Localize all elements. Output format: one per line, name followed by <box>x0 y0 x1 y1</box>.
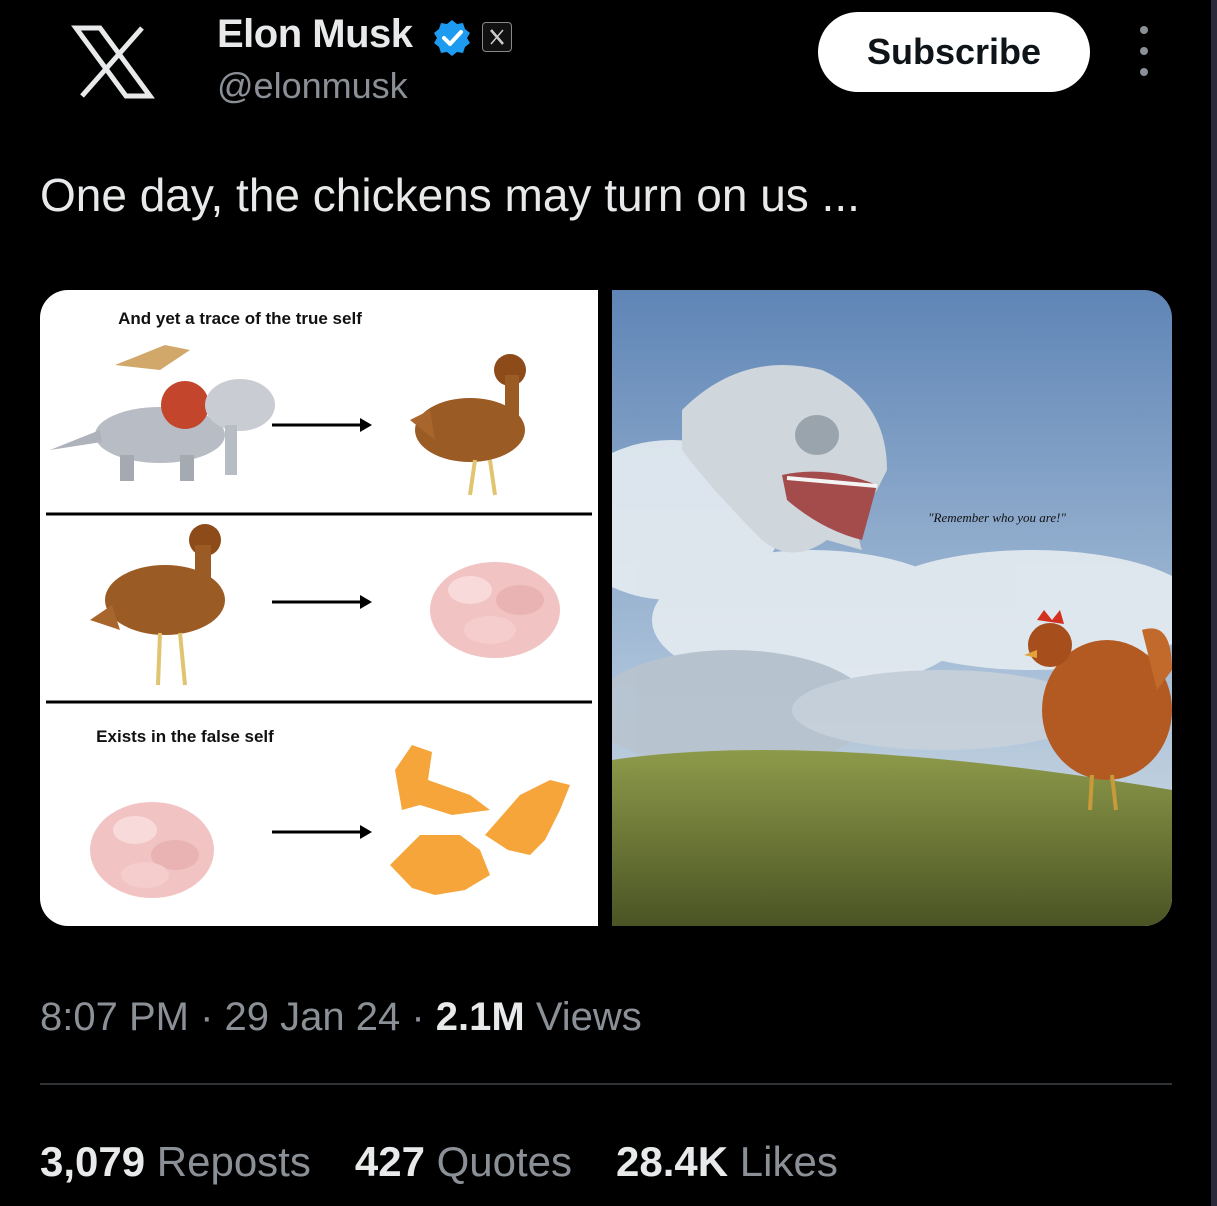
user-handle[interactable]: @elonmusk <box>217 65 408 107</box>
verified-badge-icon <box>432 18 472 58</box>
quotes-count: 427 <box>354 1138 425 1185</box>
tweet-screen: Elon Musk @elonmusk Subscribe One day, t… <box>0 0 1217 1206</box>
likes-label: Likes <box>728 1138 838 1185</box>
views-count: 2.1M <box>435 995 525 1039</box>
divider <box>40 1083 1172 1085</box>
reposts-label: Reposts <box>145 1138 311 1185</box>
top-caption: And yet a trace of the true self <box>118 309 362 328</box>
meta-separator: · <box>400 995 436 1039</box>
reposts-stat[interactable]: 3,079 Reposts <box>40 1138 311 1186</box>
likes-count: 28.4K <box>616 1138 729 1185</box>
raw-meat-illustration-1 <box>430 562 560 658</box>
chicken-illustration-1 <box>410 354 526 496</box>
bottom-caption: Exists in the false self <box>96 727 274 746</box>
display-name[interactable]: Elon Musk <box>217 12 413 57</box>
dino-nuggets-illustration <box>390 745 570 895</box>
subscribe-button[interactable]: Subscribe <box>818 12 1090 92</box>
meme-panel-left[interactable]: And yet a trace of the true self Exists … <box>40 290 598 926</box>
likes-stat[interactable]: 28.4K Likes <box>616 1138 838 1186</box>
tweet-date[interactable]: 29 Jan 24 <box>225 995 401 1039</box>
chicken-illustration-2 <box>90 524 225 686</box>
reposts-count: 3,079 <box>40 1138 146 1185</box>
tweet-media[interactable]: And yet a trace of the true self Exists … <box>40 290 1172 926</box>
views-label: Views <box>524 995 642 1039</box>
quotes-label: Quotes <box>424 1138 573 1185</box>
engagement-stats: 3,079 Reposts 427 Quotes 28.4K Likes <box>40 1138 838 1186</box>
dinosaurs-illustration <box>50 345 275 481</box>
more-icon[interactable] <box>1128 26 1160 76</box>
affiliation-x-icon[interactable] <box>482 22 512 52</box>
raw-meat-illustration-2 <box>90 802 214 898</box>
tweet-meta: 8:07 PM · 29 Jan 24 · 2.1M Views <box>40 995 642 1040</box>
tweet-text: One day, the chickens may turn on us ... <box>40 169 860 221</box>
remember-quote: "Remember who you are!" <box>928 510 1066 525</box>
meta-separator: · <box>188 995 225 1039</box>
meme-panel-right[interactable]: "Remember who you are!" <box>562 290 1172 926</box>
tweet-time[interactable]: 8:07 PM <box>40 995 189 1039</box>
quotes-stat[interactable]: 427 Quotes <box>355 1138 572 1186</box>
x-logo-icon[interactable] <box>62 22 162 102</box>
